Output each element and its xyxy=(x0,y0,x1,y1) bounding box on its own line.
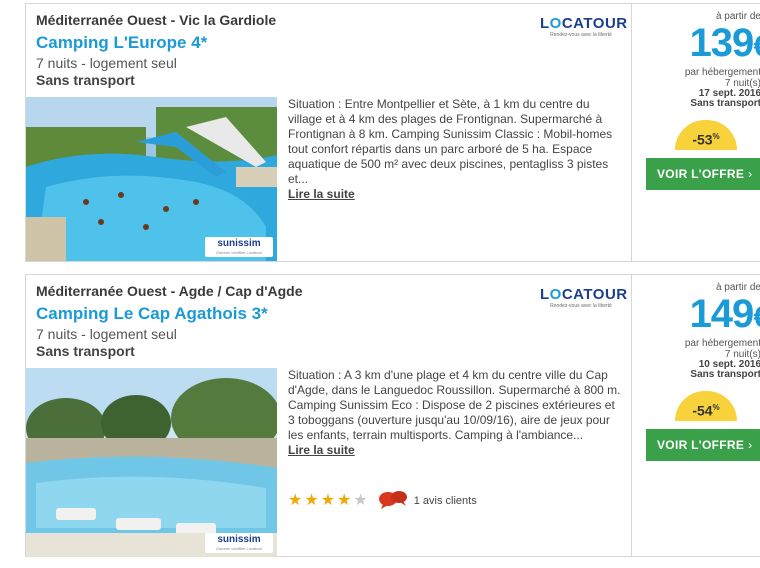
view-offer-button[interactable]: VOIR L'OFFRE › xyxy=(646,158,760,190)
star-filled-icon: ★ xyxy=(304,492,319,509)
locatour-logo: LOCATOUR Rendez-vous avec la liberté xyxy=(540,15,628,39)
view-offer-button[interactable]: VOIR L'OFFRE › xyxy=(646,429,760,461)
offer-transport: Sans transport xyxy=(36,343,135,359)
price-per-label: par hébergement xyxy=(684,67,760,78)
star-filled-icon: ★ xyxy=(288,492,303,509)
price-transport: Sans transport xyxy=(690,369,760,380)
price-divider xyxy=(631,4,632,261)
chevron-right-icon: › xyxy=(748,438,753,452)
offer-region: Méditerranée Ouest - Agde / Cap d'Agde xyxy=(36,283,303,299)
price-divider xyxy=(631,275,632,556)
discount-badge: -54% xyxy=(675,391,737,421)
star-empty-icon: ★ xyxy=(353,492,368,509)
offer-duration: 7 nuits - logement seul xyxy=(36,55,177,71)
offer-card: Méditerranée Ouest - Agde / Cap d'Agde C… xyxy=(25,274,760,557)
sunissim-badge: sunissim Gamme certifiée Locatour xyxy=(205,533,273,553)
read-more-link[interactable]: Lire la suite xyxy=(288,443,355,457)
discount-badge: -53% xyxy=(675,120,737,150)
price-per-label: par hébergement xyxy=(684,338,760,349)
star-filled-icon: ★ xyxy=(320,492,336,509)
offer-duration: 7 nuits - logement seul xyxy=(36,326,177,342)
offer-photo[interactable]: sunissim Gamme certifiée Locatour xyxy=(26,97,277,261)
price-amount: 139€ xyxy=(689,21,760,65)
reviews-count-link[interactable]: 1 avis clients xyxy=(414,495,477,507)
offer-transport: Sans transport xyxy=(36,72,135,88)
chevron-right-icon: › xyxy=(748,167,753,181)
offer-title-link[interactable]: Camping Le Cap Agathois 3* xyxy=(36,304,268,324)
read-more-link[interactable]: Lire la suite xyxy=(288,187,355,201)
star-rating: ★ ★ ★ ★ ★ 1 avis clients xyxy=(288,490,477,510)
offer-description: Situation : A 3 km d'une plage et 4 km d… xyxy=(288,368,621,457)
locatour-logo: LOCATOUR Rendez-vous avec la liberté xyxy=(540,286,628,310)
star-filled-icon: ★ xyxy=(337,492,352,509)
reviews-bubble-icon xyxy=(378,489,408,514)
sunissim-badge: sunissim Gamme certifiée Locatour xyxy=(205,237,273,257)
offer-title-link[interactable]: Camping L'Europe 4* xyxy=(36,33,207,53)
offer-photo[interactable]: sunissim Gamme certifiée Locatour xyxy=(26,368,277,557)
offer-description: Situation : Entre Montpellier et Sète, à… xyxy=(288,97,613,201)
price-transport: Sans transport xyxy=(690,98,760,109)
offer-card: Méditerranée Ouest - Vic la Gardiole Cam… xyxy=(25,3,760,262)
price-amount: 149€ xyxy=(689,292,760,336)
offer-region: Méditerranée Ouest - Vic la Gardiole xyxy=(36,12,277,28)
